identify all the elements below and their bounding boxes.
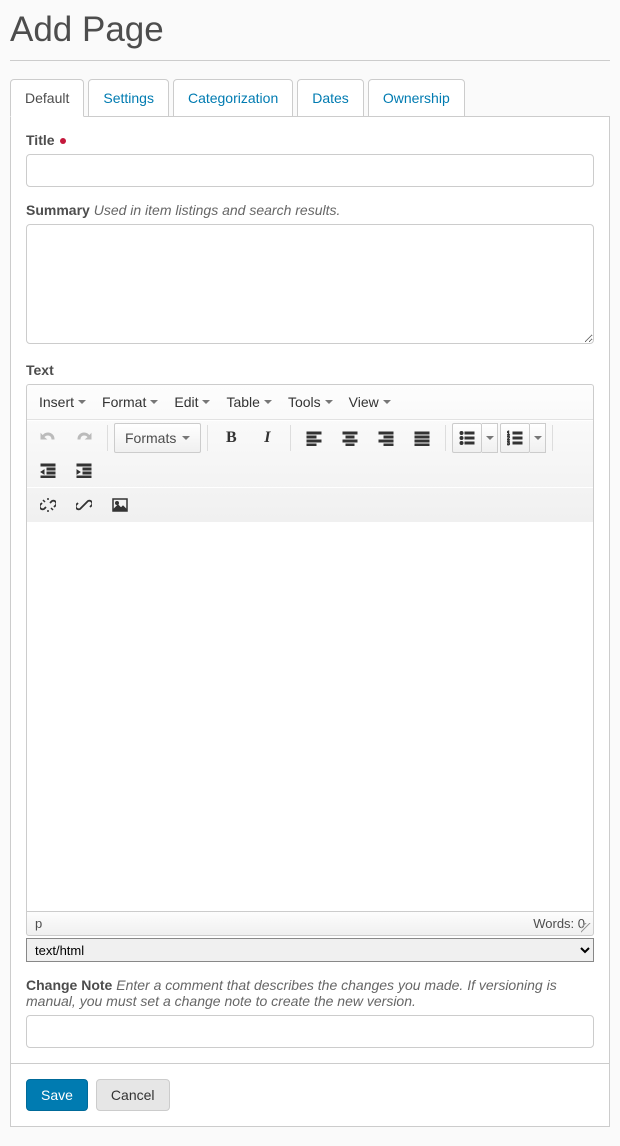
change-note-input[interactable] <box>26 1015 594 1048</box>
form-actions: Save Cancel <box>10 1064 610 1127</box>
text-editor-area[interactable] <box>26 522 594 912</box>
bold-button[interactable]: B <box>214 423 248 453</box>
editor-path[interactable]: p <box>35 916 42 931</box>
title-label: Title <box>26 132 55 148</box>
numbered-list-button[interactable]: 123 <box>500 423 546 453</box>
tabs-nav: Default Settings Categorization Dates Ow… <box>10 79 610 117</box>
numbered-list-icon: 123 <box>507 430 523 446</box>
align-justify-button[interactable] <box>405 423 439 453</box>
undo-icon <box>40 430 56 446</box>
align-right-icon <box>378 430 394 446</box>
menu-view[interactable]: View <box>341 388 399 416</box>
resize-handle-icon[interactable] <box>581 923 591 933</box>
summary-input[interactable] <box>26 224 594 344</box>
numbered-list-caret[interactable] <box>530 423 546 453</box>
redo-icon <box>76 430 92 446</box>
required-icon <box>60 138 66 144</box>
formats-dropdown[interactable]: Formats <box>114 423 201 453</box>
separator <box>207 425 208 451</box>
separator <box>107 425 108 451</box>
redo-button[interactable] <box>67 423 101 453</box>
tab-panel-default: Title Summary Used in item listings and … <box>10 117 610 1064</box>
chevron-down-icon <box>202 400 210 404</box>
image-button[interactable] <box>103 490 137 520</box>
menu-insert[interactable]: Insert <box>31 388 94 416</box>
outdent-icon <box>40 462 56 478</box>
align-center-icon <box>342 430 358 446</box>
chevron-down-icon <box>264 400 272 404</box>
chevron-down-icon <box>383 400 391 404</box>
menu-tools[interactable]: Tools <box>280 388 341 416</box>
divider <box>10 60 610 61</box>
indent-icon <box>76 462 92 478</box>
tab-settings[interactable]: Settings <box>88 79 169 117</box>
italic-button[interactable]: I <box>250 423 284 453</box>
editor-toolbar: Insert Format Edit Table Tools View <box>26 384 594 522</box>
align-left-icon <box>306 430 322 446</box>
tab-ownership[interactable]: Ownership <box>368 79 465 117</box>
align-right-button[interactable] <box>369 423 403 453</box>
page-title: Add Page <box>10 10 610 50</box>
chevron-down-icon <box>150 400 158 404</box>
field-text: Text Insert Format Edit Table Tools View <box>26 362 594 962</box>
chevron-down-icon <box>325 400 333 404</box>
tab-default[interactable]: Default <box>10 79 84 117</box>
title-input[interactable] <box>26 154 594 187</box>
align-justify-icon <box>414 430 430 446</box>
menu-table[interactable]: Table <box>218 388 279 416</box>
menu-format[interactable]: Format <box>94 388 166 416</box>
field-summary: Summary Used in item listings and search… <box>26 202 594 347</box>
editor-buttons-row-1: Formats B I <box>27 420 593 487</box>
menu-edit[interactable]: Edit <box>166 388 218 416</box>
outdent-button[interactable] <box>31 455 65 485</box>
field-change-note: Change Note Enter a comment that describ… <box>26 977 594 1048</box>
tab-dates[interactable]: Dates <box>297 79 364 117</box>
text-label: Text <box>26 362 54 378</box>
chevron-down-icon <box>78 400 86 404</box>
link-icon <box>76 497 92 513</box>
bullet-list-button[interactable] <box>452 423 498 453</box>
tab-categorization[interactable]: Categorization <box>173 79 293 117</box>
image-icon <box>112 497 128 513</box>
word-count: Words: 0 <box>533 916 585 931</box>
undo-button[interactable] <box>31 423 65 453</box>
separator <box>552 425 553 451</box>
italic-icon: I <box>264 429 270 447</box>
align-center-button[interactable] <box>333 423 367 453</box>
bold-icon: B <box>226 429 237 447</box>
link-button[interactable] <box>67 490 101 520</box>
field-title: Title <box>26 132 594 187</box>
separator <box>290 425 291 451</box>
chevron-down-icon <box>486 436 494 440</box>
rich-text-editor: Insert Format Edit Table Tools View <box>26 384 594 936</box>
mime-type-select[interactable]: text/html <box>26 938 594 962</box>
editor-menubar: Insert Format Edit Table Tools View <box>27 385 593 420</box>
bullet-list-caret[interactable] <box>482 423 498 453</box>
unlink-button[interactable] <box>31 490 65 520</box>
editor-buttons-row-2 <box>27 487 593 522</box>
separator <box>445 425 446 451</box>
cancel-button[interactable]: Cancel <box>96 1079 170 1111</box>
indent-button[interactable] <box>67 455 101 485</box>
unlink-icon <box>40 497 56 513</box>
chevron-down-icon <box>182 436 190 440</box>
align-left-button[interactable] <box>297 423 331 453</box>
summary-help: Used in item listings and search results… <box>94 202 341 218</box>
save-button[interactable]: Save <box>26 1079 88 1111</box>
change-note-label: Change Note <box>26 977 112 993</box>
chevron-down-icon <box>534 436 542 440</box>
bullet-list-icon <box>459 430 475 446</box>
editor-statusbar: p Words: 0 <box>26 912 594 936</box>
summary-label: Summary <box>26 202 90 218</box>
svg-text:3: 3 <box>507 441 510 446</box>
